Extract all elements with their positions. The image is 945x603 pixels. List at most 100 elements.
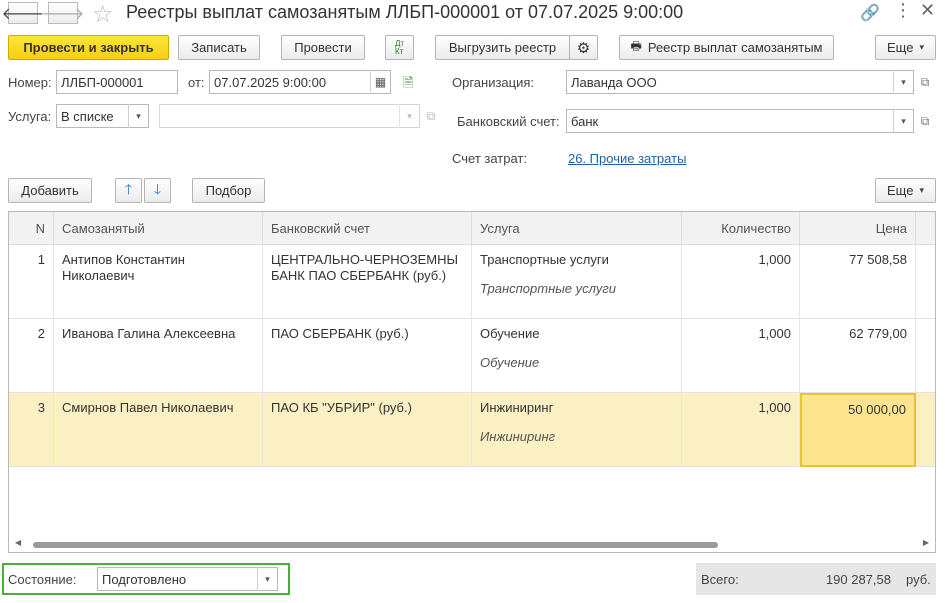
number-label: Номер:	[8, 75, 52, 90]
cost-account-label: Счет затрат:	[452, 151, 527, 166]
cell-price-active[interactable]: 50 000,00	[800, 393, 916, 467]
payments-table[interactable]: N Самозанятый Банковский счет Услуга Кол…	[8, 211, 936, 553]
column-header-service[interactable]: Услуга	[472, 212, 682, 245]
page-title: Реестры выплат самозанятым ЛЛБП-000001 о…	[126, 2, 684, 22]
date-field[interactable]: 07.07.2025 9:00:00 ▦	[209, 70, 391, 94]
column-header-price[interactable]: Цена	[800, 212, 916, 245]
move-up-button[interactable]: 🡑	[115, 178, 142, 203]
table-header: N Самозанятый Банковский счет Услуга Кол…	[9, 212, 935, 245]
org-label: Организация:	[452, 75, 535, 90]
chevron-down-icon[interactable]: ▾	[399, 104, 419, 128]
chevron-down-icon: ▾	[919, 42, 924, 52]
gear-icon: ⚙	[576, 39, 591, 57]
chevron-down-icon[interactable]: ▾	[128, 104, 148, 128]
more-button[interactable]: Еще ▾	[875, 35, 936, 60]
date-value: 07.07.2025 9:00:00	[214, 74, 327, 90]
service-mode-select[interactable]: В списке ▾	[56, 104, 149, 128]
dt-kt-icon: Дт Кт	[394, 38, 405, 56]
cell-n: 1	[9, 245, 54, 319]
service-name: Транспортные услуги	[480, 252, 609, 267]
cell-person: Антипов Константин Николаевич	[54, 245, 263, 319]
currency-label: руб.	[906, 572, 931, 587]
settings-button[interactable]: ⚙	[569, 35, 598, 60]
arrow-up-icon: 🡑	[124, 180, 133, 197]
chevron-down-icon[interactable]: ▾	[893, 70, 913, 94]
chevron-down-icon[interactable]: ▾	[257, 567, 277, 591]
chevron-down-icon: ▾	[919, 185, 924, 195]
cell-service: Обучение Обучение	[472, 319, 682, 393]
print-registry-label: Реестр выплат самозанятым	[647, 40, 823, 55]
close-icon[interactable]: ✕	[920, 0, 935, 21]
org-field[interactable]: Лаванда ООО ▾	[566, 70, 914, 94]
column-header-person[interactable]: Самозанятый	[54, 212, 263, 245]
calendar-icon[interactable]: ▦	[370, 70, 390, 94]
cell-n: 3	[9, 393, 54, 467]
move-down-button[interactable]: 🡓	[144, 178, 171, 203]
service-subtitle: Транспортные услуги	[480, 281, 616, 296]
open-icon[interactable]: ⧉	[915, 109, 935, 133]
table-row-selected[interactable]: 3 Смирнов Павел Николаевич ПАО КБ "УБРИР…	[9, 393, 935, 467]
print-registry-button[interactable]: 🖶 Реестр выплат самозанятым	[619, 35, 834, 60]
table-more-button[interactable]: Еще ▾	[875, 178, 936, 203]
printer-icon: 🖶	[630, 39, 642, 53]
state-select[interactable]: Подготовлено ▾	[97, 567, 278, 591]
cell-bank: ЦЕНТРАЛЬНО-ЧЕРНОЗЕМНЫ БАНК ПАО СБЕРБАНК …	[263, 245, 472, 319]
number-field[interactable]: ЛЛБП-000001	[56, 70, 178, 94]
forward-button[interactable]: 🡒	[42, 2, 84, 24]
column-header-bank[interactable]: Банковский счет	[263, 212, 472, 245]
dt-kt-button[interactable]: Дт Кт	[385, 35, 414, 60]
horizontal-scrollbar[interactable]: ◀ ▶	[9, 538, 935, 550]
export-registry-button[interactable]: Выгрузить реестр	[435, 35, 570, 60]
more-vertical-icon[interactable]: ⋮	[894, 0, 912, 21]
cell-service: Инжиниринг Инжиниринг	[472, 393, 682, 467]
bank-account-value: банк	[571, 113, 599, 129]
org-value: Лаванда ООО	[571, 74, 657, 90]
total-value: 190 287,58	[825, 572, 891, 587]
total-label: Всего:	[701, 572, 739, 587]
service-field[interactable]: ▾	[159, 104, 420, 128]
service-subtitle: Инжиниринг	[480, 429, 556, 444]
cost-account-link[interactable]: 26. Прочие затраты	[568, 151, 686, 166]
link-icon[interactable]: 🔗	[860, 3, 880, 23]
column-header-n[interactable]: N	[9, 212, 54, 245]
arrow-right-icon: 🡒	[41, 5, 85, 23]
pick-button[interactable]: Подбор	[192, 178, 265, 203]
post-button[interactable]: Провести	[281, 35, 365, 60]
cell-bank: ПАО КБ "УБРИР" (руб.)	[263, 393, 472, 467]
back-button[interactable]: 🡐	[2, 2, 44, 24]
add-button[interactable]: Добавить	[8, 178, 92, 203]
table-more-label: Еще	[887, 183, 914, 198]
column-header-qty[interactable]: Количество	[682, 212, 800, 245]
post-and-close-button[interactable]: Провести и закрыть	[8, 35, 169, 60]
service-mode-value: В списке	[61, 108, 114, 124]
cell-person: Смирнов Павел Николаевич	[54, 393, 263, 467]
bank-account-field[interactable]: банк ▾	[566, 109, 914, 133]
service-name: Инжиниринг	[480, 400, 554, 415]
table-row[interactable]: 2 Иванова Галина Алексеевна ПАО СБЕРБАНК…	[9, 319, 935, 393]
cell-qty: 1,000	[682, 319, 800, 393]
open-icon[interactable]: ⧉	[915, 70, 935, 94]
bank-label: Банковский счет:	[457, 114, 560, 129]
cell-qty: 1,000	[682, 245, 800, 319]
cell-n: 2	[9, 319, 54, 393]
save-button[interactable]: Записать	[178, 35, 260, 60]
cell-price: 77 508,58	[800, 245, 916, 319]
open-icon[interactable]: ⧉	[421, 104, 441, 128]
cell-bank: ПАО СБЕРБАНК (руб.)	[263, 319, 472, 393]
cell-qty: 1,000	[682, 393, 800, 467]
table-row[interactable]: 1 Антипов Константин Николаевич ЦЕНТРАЛЬ…	[9, 245, 935, 319]
chevron-down-icon[interactable]: ▾	[893, 109, 913, 133]
scroll-right-icon[interactable]: ▶	[923, 538, 929, 547]
service-subtitle: Обучение	[480, 355, 540, 370]
document-check-icon[interactable]: 🗎	[403, 74, 413, 96]
scroll-left-icon[interactable]: ◀	[15, 538, 21, 547]
date-label: от:	[188, 75, 205, 90]
scrollbar-thumb[interactable]	[33, 542, 718, 548]
arrow-down-icon: 🡓	[153, 180, 162, 197]
cell-service: Транспортные услуги Транспортные услуги	[472, 245, 682, 319]
arrow-left-icon: 🡐	[1, 5, 45, 23]
star-icon[interactable]: ☆	[92, 0, 114, 29]
service-label: Услуга:	[8, 109, 52, 124]
state-value: Подготовлено	[102, 571, 187, 587]
cell-price: 62 779,00	[800, 319, 916, 393]
